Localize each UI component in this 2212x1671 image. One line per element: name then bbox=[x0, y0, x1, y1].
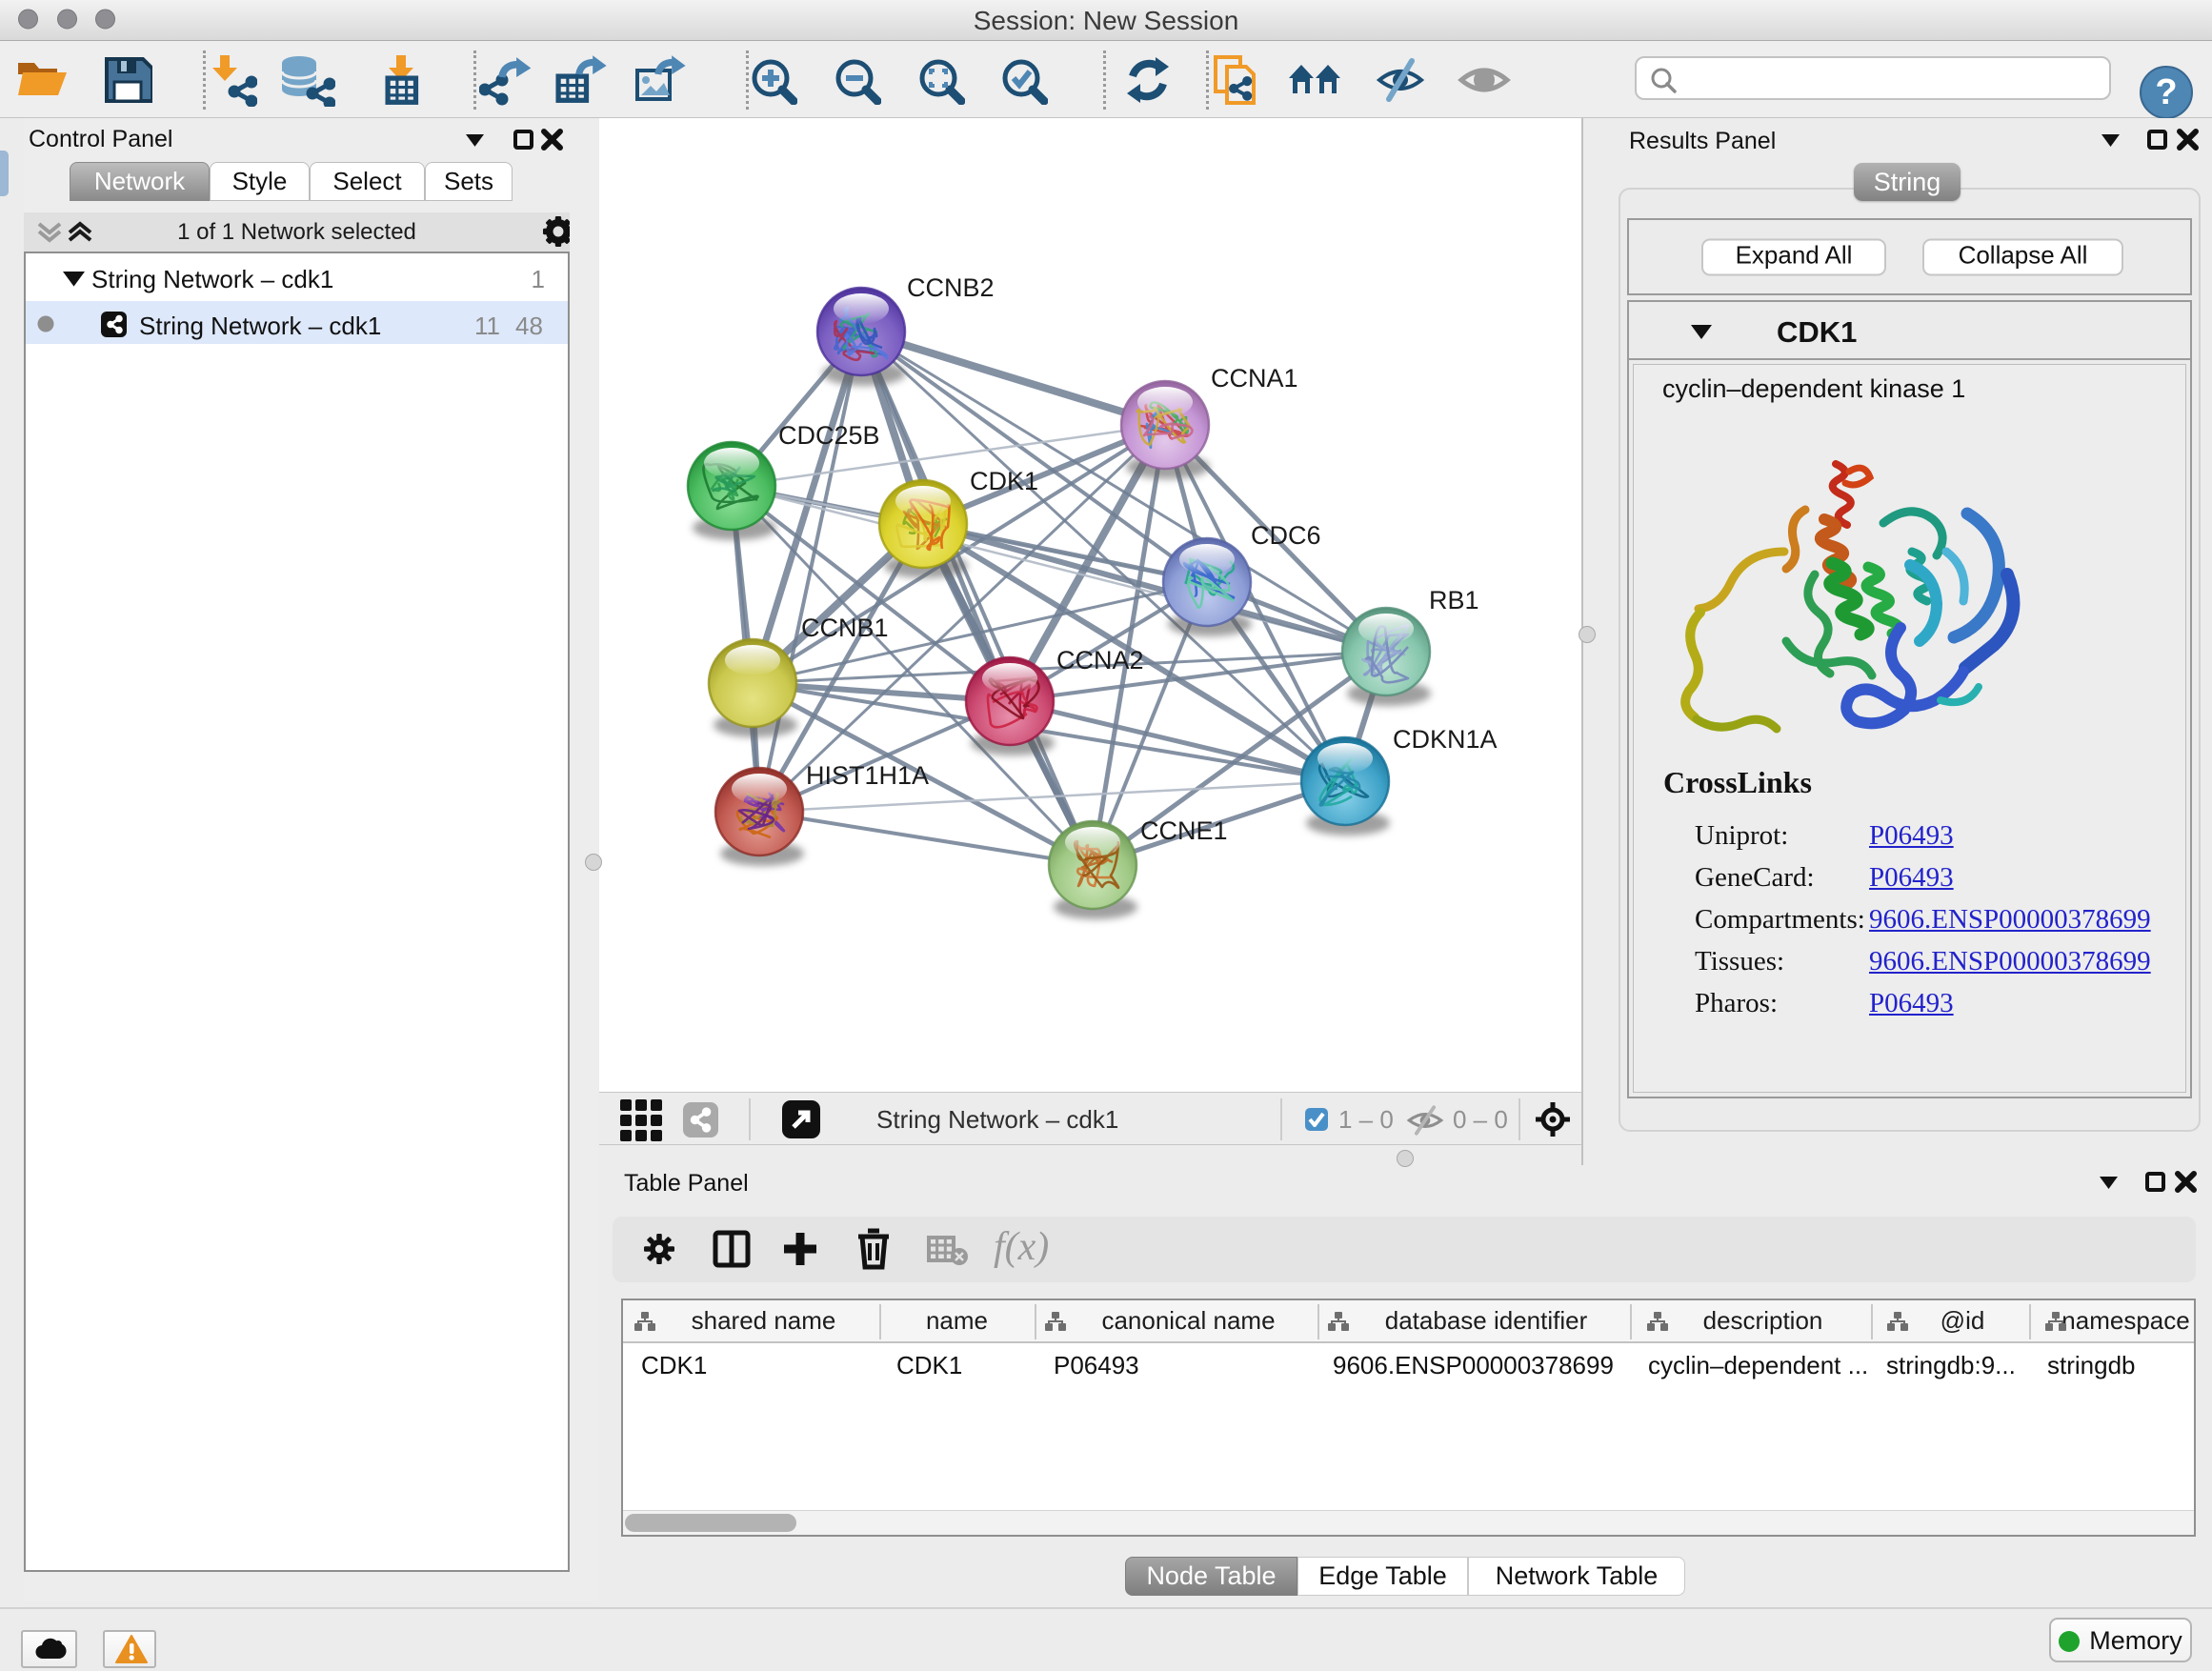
svg-text:CCNB2: CCNB2 bbox=[907, 273, 995, 302]
svg-text:CCNA2: CCNA2 bbox=[1056, 646, 1144, 674]
svg-text:CCNB1: CCNB1 bbox=[801, 614, 889, 642]
svg-text:CDC25B: CDC25B bbox=[778, 421, 880, 450]
svg-text:CDKN1A: CDKN1A bbox=[1393, 725, 1498, 754]
svg-text:CDC6: CDC6 bbox=[1251, 521, 1321, 550]
svg-text:CCNE1: CCNE1 bbox=[1140, 816, 1228, 845]
svg-text:CDK1: CDK1 bbox=[970, 467, 1038, 495]
svg-text:RB1: RB1 bbox=[1429, 586, 1479, 614]
svg-text:CCNA1: CCNA1 bbox=[1211, 364, 1298, 393]
svg-text:HIST1H1A: HIST1H1A bbox=[806, 761, 929, 790]
